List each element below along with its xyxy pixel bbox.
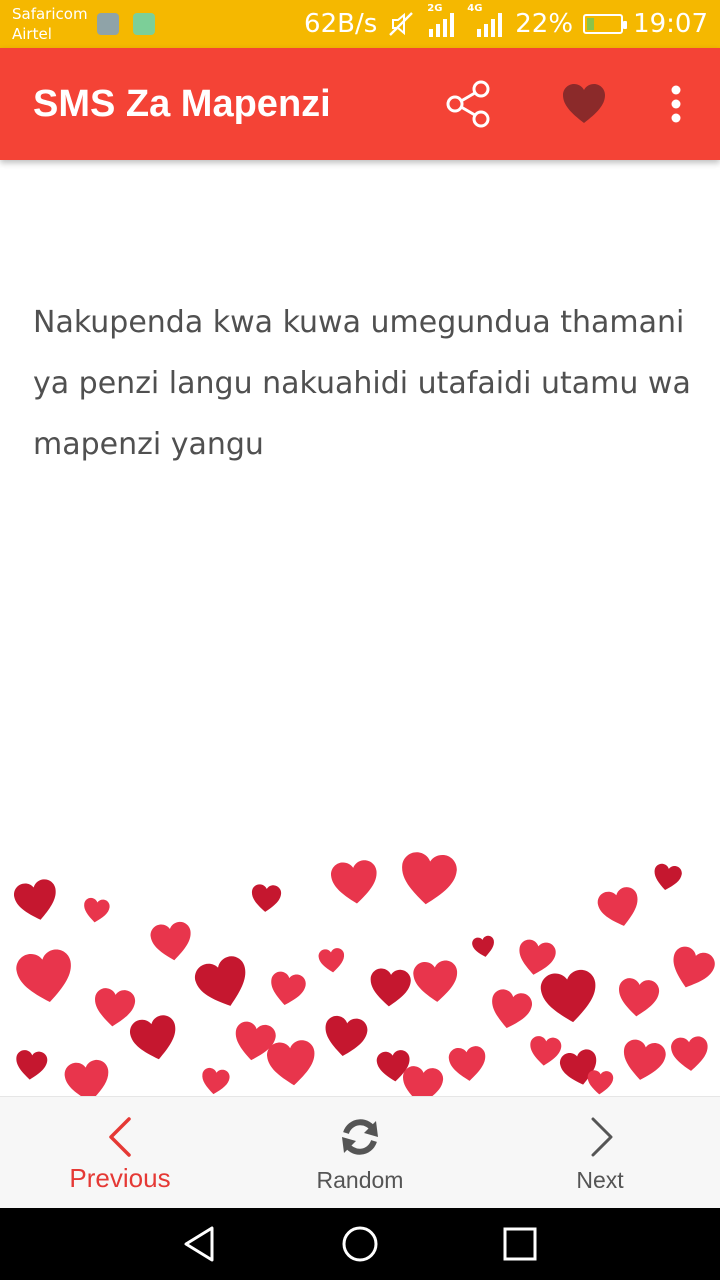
battery-icon (583, 14, 628, 34)
decorative-heart (665, 943, 718, 994)
app-title: SMS Za Mapenzi (33, 83, 331, 125)
decorative-heart (670, 1035, 710, 1073)
chevron-right-icon (480, 1113, 720, 1161)
decorative-heart (191, 952, 255, 1014)
recent-square-icon (503, 1227, 537, 1261)
share-icon (446, 80, 490, 128)
signal-2g-icon: 2G (425, 3, 457, 39)
decorative-heart (317, 947, 346, 974)
decorative-heart (619, 1037, 668, 1084)
decorative-heart (486, 987, 534, 1033)
refresh-icon (240, 1113, 480, 1161)
decorative-heart (595, 884, 644, 931)
home-button[interactable] (330, 1218, 390, 1270)
previous-button[interactable]: Previous (0, 1097, 240, 1209)
back-triangle-icon (184, 1226, 214, 1262)
decorative-heart (14, 1049, 49, 1082)
notification-app-icon (97, 13, 119, 35)
status-bar: Safaricom Airtel 62B/s 2G 4G 22% 19:07 (0, 0, 720, 48)
android-notification-icon (133, 13, 155, 35)
hearts-decoration (0, 840, 720, 1098)
decorative-heart (265, 1038, 318, 1088)
decorative-heart (412, 959, 460, 1004)
sms-message-text: Nakupenda kwa kuwa umegundua thamani ya … (33, 305, 691, 462)
decorative-heart (616, 977, 661, 1019)
clock: 19:07 (633, 9, 708, 39)
signal-2g-label: 2G (427, 3, 443, 14)
next-label: Next (576, 1167, 624, 1193)
system-navigation-bar (0, 1208, 720, 1280)
random-label: Random (316, 1167, 404, 1193)
decorative-heart (14, 947, 77, 1007)
decorative-heart (250, 883, 282, 913)
decorative-heart (92, 987, 137, 1029)
heart-icon (563, 84, 605, 123)
decorative-heart (528, 1035, 563, 1068)
chevron-left-icon (0, 1113, 240, 1161)
decorative-heart (538, 967, 601, 1026)
more-vert-icon (671, 85, 681, 123)
app-bar: SMS Za Mapenzi (0, 48, 720, 160)
decorative-heart (368, 967, 412, 1008)
decorative-heart (471, 934, 497, 959)
carrier-info: Safaricom Airtel (12, 4, 88, 44)
network-speed: 62B/s (304, 9, 378, 39)
signal-4g-label: 4G (467, 3, 483, 14)
next-button[interactable]: Next (480, 1097, 720, 1209)
decorative-heart (515, 938, 558, 978)
decorative-heart (63, 1058, 113, 1098)
decorative-heart (267, 970, 308, 1008)
decorative-heart (398, 850, 459, 908)
decorative-heart (447, 1045, 488, 1083)
home-circle-icon (342, 1226, 378, 1262)
random-button[interactable]: Random (240, 1097, 480, 1209)
mute-icon (387, 10, 415, 38)
battery-percent: 22% (515, 9, 574, 39)
signal-4g-icon: 4G (467, 3, 505, 39)
status-indicators: 62B/s 2G 4G 22% 19:07 (304, 0, 708, 48)
decorative-heart (149, 920, 195, 964)
decorative-heart (127, 1013, 182, 1064)
share-button[interactable] (440, 76, 496, 132)
recent-apps-button[interactable] (490, 1218, 550, 1270)
overflow-menu-button[interactable] (648, 76, 704, 132)
back-button[interactable] (170, 1218, 230, 1270)
decorative-heart (400, 1065, 445, 1098)
decorative-heart (586, 1069, 614, 1096)
decorative-heart (11, 877, 62, 925)
previous-label: Previous (69, 1163, 171, 1193)
favorite-button[interactable] (556, 76, 612, 132)
decorative-heart (81, 897, 111, 925)
decorative-heart (329, 859, 380, 906)
decorative-heart (321, 1014, 369, 1059)
carrier-name-2: Airtel (12, 25, 52, 43)
decorative-heart (199, 1066, 231, 1096)
decorative-heart (651, 862, 683, 893)
bottom-navigation: Previous Random Next (0, 1096, 720, 1209)
carrier-name-1: Safaricom (12, 5, 88, 23)
